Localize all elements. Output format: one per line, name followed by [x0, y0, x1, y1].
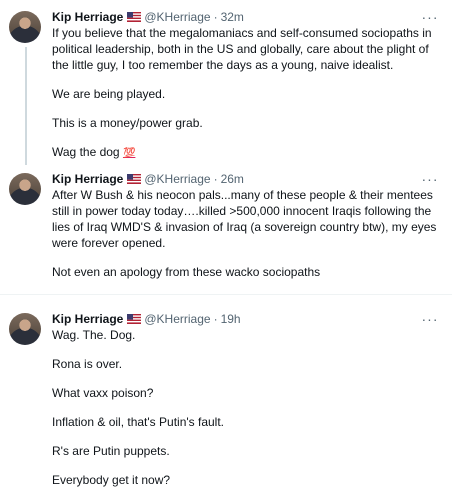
- tweet-text: If you believe that the megalomaniacs an…: [52, 25, 444, 162]
- avatar[interactable]: [9, 11, 41, 43]
- tweet-paragraph: This is a money/power grab.: [52, 116, 203, 130]
- tweet-paragraph: Rona is over.: [52, 357, 123, 371]
- more-options-icon[interactable]: ···: [421, 312, 439, 326]
- tweet-last-text: Wag the dog: [52, 145, 120, 159]
- tweet-2[interactable]: Kip Herriage @KHerriage · 26m ··· After …: [0, 170, 452, 288]
- flag-us-icon: [127, 314, 142, 324]
- timestamp[interactable]: 26m: [221, 172, 244, 186]
- flag-us-icon: [127, 12, 142, 22]
- author-name[interactable]: Kip Herriage: [52, 312, 123, 326]
- tweet-paragraph: After W Bush & his neocon pals...many of…: [52, 188, 437, 250]
- more-options-icon[interactable]: ···: [421, 10, 439, 24]
- tweet-text: Wag. The. Dog. Rona is over. What vaxx p…: [52, 327, 444, 488]
- avatar[interactable]: [9, 313, 41, 345]
- avatar[interactable]: [9, 173, 41, 205]
- tweet-header: Kip Herriage @KHerriage · 26m: [52, 170, 244, 188]
- tweet-header: Kip Herriage @KHerriage · 32m: [52, 8, 244, 26]
- tweet-paragraph: Everybody get it now?: [52, 473, 171, 487]
- tweet-paragraph: What vaxx poison?: [52, 386, 154, 400]
- author-name[interactable]: Kip Herriage: [52, 172, 123, 186]
- separator: ·: [213, 172, 218, 186]
- tweet-paragraph: If you believe that the megalomaniacs an…: [52, 26, 432, 72]
- tweet-paragraph: R's are Putin puppets.: [52, 444, 170, 458]
- tweet-divider: [0, 294, 452, 295]
- tweet-1[interactable]: Kip Herriage @KHerriage · 32m ··· If you…: [0, 0, 452, 170]
- timestamp[interactable]: 19h: [221, 312, 241, 326]
- tweet-paragraph: We are being played.: [52, 87, 166, 101]
- separator: ·: [213, 10, 218, 24]
- tweet-text: After W Bush & his neocon pals...many of…: [52, 187, 444, 280]
- hundred-points-icon: 💯: [122, 148, 136, 159]
- thread-line: [25, 47, 27, 165]
- more-options-icon[interactable]: ···: [421, 172, 439, 186]
- tweet-paragraph: Not even an apology from these wacko soc…: [52, 265, 321, 279]
- flag-us-icon: [127, 174, 142, 184]
- tweet-paragraph: Wag. The. Dog.: [52, 328, 136, 342]
- timestamp[interactable]: 32m: [221, 10, 244, 24]
- tweet-header: Kip Herriage @KHerriage · 19h: [52, 310, 241, 328]
- author-handle[interactable]: @KHerriage: [144, 172, 210, 186]
- author-name[interactable]: Kip Herriage: [52, 10, 123, 24]
- author-handle[interactable]: @KHerriage: [144, 10, 210, 24]
- tweet-paragraph: Inflation & oil, that's Putin's fault.: [52, 415, 225, 429]
- author-handle[interactable]: @KHerriage: [144, 312, 210, 326]
- tweet-paragraph-last: Wag the dog 💯: [52, 144, 444, 162]
- separator: ·: [213, 312, 218, 326]
- tweet-3[interactable]: Kip Herriage @KHerriage · 19h ··· Wag. T…: [0, 310, 452, 502]
